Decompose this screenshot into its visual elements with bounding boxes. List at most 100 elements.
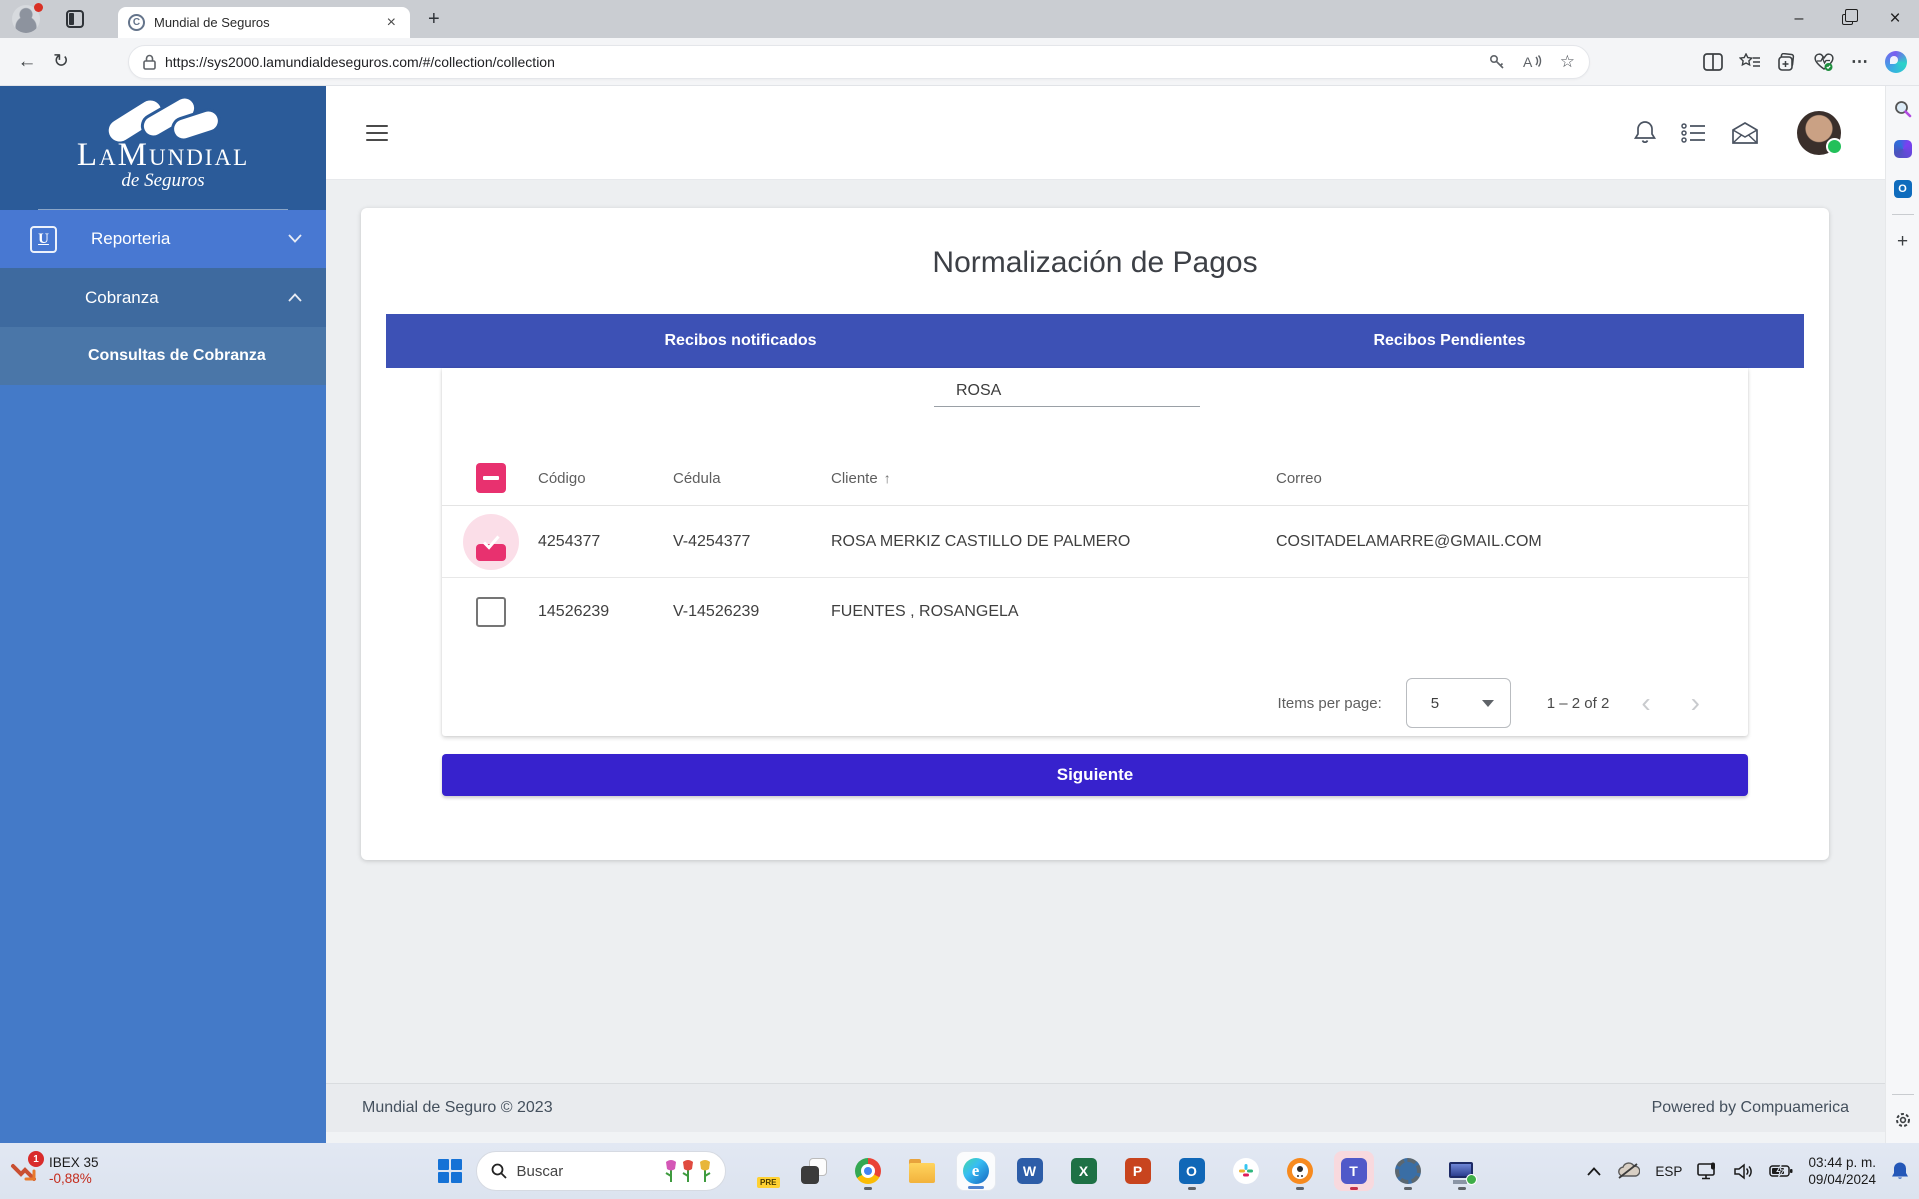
taskbar-chrome[interactable] bbox=[848, 1151, 888, 1191]
taskbar-word[interactable]: W bbox=[1010, 1151, 1050, 1191]
widgets-button[interactable]: 1 IBEX 35 -0,88% bbox=[10, 1143, 99, 1199]
page-title: Normalización de Pagos bbox=[361, 246, 1829, 280]
search-input[interactable]: ROSA bbox=[934, 374, 1200, 407]
notification-bell-icon[interactable] bbox=[1891, 1161, 1909, 1181]
taskbar-excel[interactable]: X bbox=[1064, 1151, 1104, 1191]
profile-notification-dot bbox=[34, 3, 43, 12]
taskbar-clock[interactable]: 03:44 p. m. 09/04/2024 bbox=[1808, 1154, 1876, 1188]
header-actions bbox=[1633, 111, 1841, 155]
sidebar-item-reporteria[interactable]: U Reporteria bbox=[0, 210, 326, 268]
close-button[interactable]: × bbox=[1871, 0, 1919, 38]
taskbar-powerpoint[interactable]: P bbox=[1118, 1151, 1158, 1191]
remote-desktop-icon bbox=[1449, 1162, 1475, 1184]
address-bar[interactable]: https://sys2000.lamundialdeseguros.com/#… bbox=[128, 45, 1590, 79]
taskbar-file-explorer[interactable] bbox=[902, 1151, 942, 1191]
mail-icon[interactable] bbox=[1731, 121, 1759, 145]
back-button[interactable]: ← bbox=[10, 51, 44, 73]
select-all-checkbox[interactable] bbox=[476, 463, 506, 493]
onedrive-paused-icon[interactable] bbox=[1616, 1162, 1640, 1180]
page-size-select[interactable]: 5 bbox=[1406, 678, 1511, 728]
password-key-icon[interactable] bbox=[1488, 53, 1506, 71]
header-codigo[interactable]: Código bbox=[538, 470, 673, 487]
chevron-down-icon bbox=[288, 234, 302, 243]
taskbar-search[interactable]: Buscar bbox=[476, 1151, 726, 1191]
search-icon bbox=[491, 1163, 507, 1179]
favorite-star-icon[interactable]: ☆ bbox=[1560, 52, 1575, 72]
tab-close-icon[interactable]: × bbox=[383, 14, 400, 32]
minimize-button[interactable]: – bbox=[1775, 0, 1823, 38]
add-sidebar-item-icon[interactable]: + bbox=[1897, 231, 1908, 253]
collections-icon[interactable] bbox=[1777, 53, 1797, 71]
clock-time: 03:44 p. m. bbox=[1808, 1154, 1876, 1171]
read-aloud-icon[interactable]: A bbox=[1522, 53, 1544, 71]
tab-recibos-notificados[interactable]: Recibos notificados bbox=[386, 314, 1095, 368]
cell-cedula: V-14526239 bbox=[673, 603, 831, 621]
taskbar-task-view[interactable] bbox=[794, 1151, 834, 1191]
hamburger-menu-icon[interactable] bbox=[366, 125, 388, 141]
excel-icon: X bbox=[1071, 1158, 1097, 1184]
tray-chevron-up-icon[interactable] bbox=[1587, 1167, 1601, 1176]
notifications-bell-icon[interactable] bbox=[1633, 120, 1657, 146]
bing-search-icon[interactable] bbox=[1894, 100, 1912, 118]
siguiente-button[interactable]: Siguiente bbox=[442, 754, 1748, 796]
table-row[interactable]: 4254377 V-4254377 ROSA MERKIZ CASTILLO D… bbox=[442, 506, 1748, 578]
split-screen-icon[interactable] bbox=[1703, 53, 1723, 71]
refresh-button[interactable]: ↻ bbox=[44, 50, 78, 73]
url-text[interactable]: https://sys2000.lamundialdeseguros.com/#… bbox=[165, 54, 1472, 70]
taskbar-teams[interactable]: T bbox=[1334, 1151, 1374, 1191]
settings-gear-icon bbox=[1395, 1158, 1421, 1184]
copilot-icon[interactable] bbox=[1885, 51, 1907, 73]
sidebar-item-label: Cobranza bbox=[85, 288, 159, 308]
microsoft365-icon[interactable] bbox=[1894, 140, 1912, 158]
taskbar-settings[interactable] bbox=[1388, 1151, 1428, 1191]
copilot-pre-badge: PRE bbox=[757, 1177, 779, 1188]
app-footer: Mundial de Seguro © 2023 Powered by Comp… bbox=[326, 1083, 1885, 1132]
site-favicon: C bbox=[128, 14, 145, 31]
sidebar-settings-gear-icon[interactable] bbox=[1894, 1111, 1912, 1129]
restore-button[interactable] bbox=[1823, 0, 1871, 38]
user-avatar[interactable] bbox=[1797, 111, 1841, 155]
main-column: Normalización de Pagos Recibos notificad… bbox=[326, 86, 1885, 1143]
taskbar-edge-active[interactable]: e bbox=[956, 1151, 996, 1191]
task-list-icon[interactable] bbox=[1681, 122, 1707, 144]
favorites-list-icon[interactable] bbox=[1739, 53, 1761, 71]
settings-more-icon[interactable]: ⋯ bbox=[1851, 52, 1869, 72]
volume-icon[interactable] bbox=[1734, 1163, 1754, 1180]
taskbar-openvpn[interactable] bbox=[1280, 1151, 1320, 1191]
row-checkbox-checked[interactable] bbox=[476, 544, 506, 561]
toolbar-right-icons: ⋯ bbox=[1703, 38, 1919, 86]
tulips-doodle-icon[interactable] bbox=[663, 1158, 715, 1184]
taskbar-remote-desktop[interactable] bbox=[1442, 1151, 1482, 1191]
restore-icon bbox=[1842, 14, 1853, 25]
language-indicator[interactable]: ESP bbox=[1655, 1164, 1682, 1179]
brand-name: LaMundial bbox=[77, 142, 249, 168]
outlook-icon: O bbox=[1179, 1158, 1205, 1184]
svg-text:A: A bbox=[1523, 54, 1533, 70]
workspaces-icon[interactable] bbox=[66, 10, 84, 28]
taskbar-copilot[interactable]: PRE bbox=[740, 1151, 780, 1191]
header-cedula[interactable]: Cédula bbox=[673, 470, 831, 487]
powerpoint-icon: P bbox=[1125, 1158, 1151, 1184]
previous-page-button[interactable]: ‹ bbox=[1633, 689, 1658, 717]
table-row[interactable]: 14526239 V-14526239 FUENTES , ROSANGELA bbox=[442, 578, 1748, 646]
cell-codigo: 14526239 bbox=[538, 603, 673, 621]
browser-tab[interactable]: C Mundial de Seguros × bbox=[118, 7, 410, 38]
sidebar-item-label: Reporteria bbox=[91, 229, 170, 249]
network-monitor-icon[interactable] bbox=[1697, 1162, 1719, 1180]
page-content: Normalización de Pagos Recibos notificad… bbox=[326, 180, 1885, 1083]
tab-recibos-pendientes[interactable]: Recibos Pendientes bbox=[1095, 314, 1804, 368]
outlook-sidebar-icon[interactable]: O bbox=[1894, 180, 1912, 198]
next-page-button[interactable]: › bbox=[1683, 689, 1708, 717]
sidebar-item-cobranza[interactable]: Cobranza bbox=[0, 268, 326, 327]
folder-icon bbox=[909, 1163, 935, 1183]
new-tab-button[interactable]: + bbox=[428, 8, 440, 31]
taskbar-outlook[interactable]: O bbox=[1172, 1151, 1212, 1191]
header-correo[interactable]: Correo bbox=[1276, 470, 1748, 487]
sidebar-item-consultas-de-cobranza[interactable]: Consultas de Cobranza bbox=[0, 327, 326, 385]
row-checkbox-unchecked[interactable] bbox=[476, 597, 506, 627]
taskbar-slack[interactable] bbox=[1226, 1151, 1266, 1191]
browser-essentials-icon[interactable] bbox=[1813, 52, 1835, 72]
header-cliente[interactable]: Cliente↑ bbox=[831, 470, 1276, 487]
start-button[interactable] bbox=[438, 1159, 462, 1183]
battery-charging-icon[interactable] bbox=[1769, 1164, 1793, 1178]
